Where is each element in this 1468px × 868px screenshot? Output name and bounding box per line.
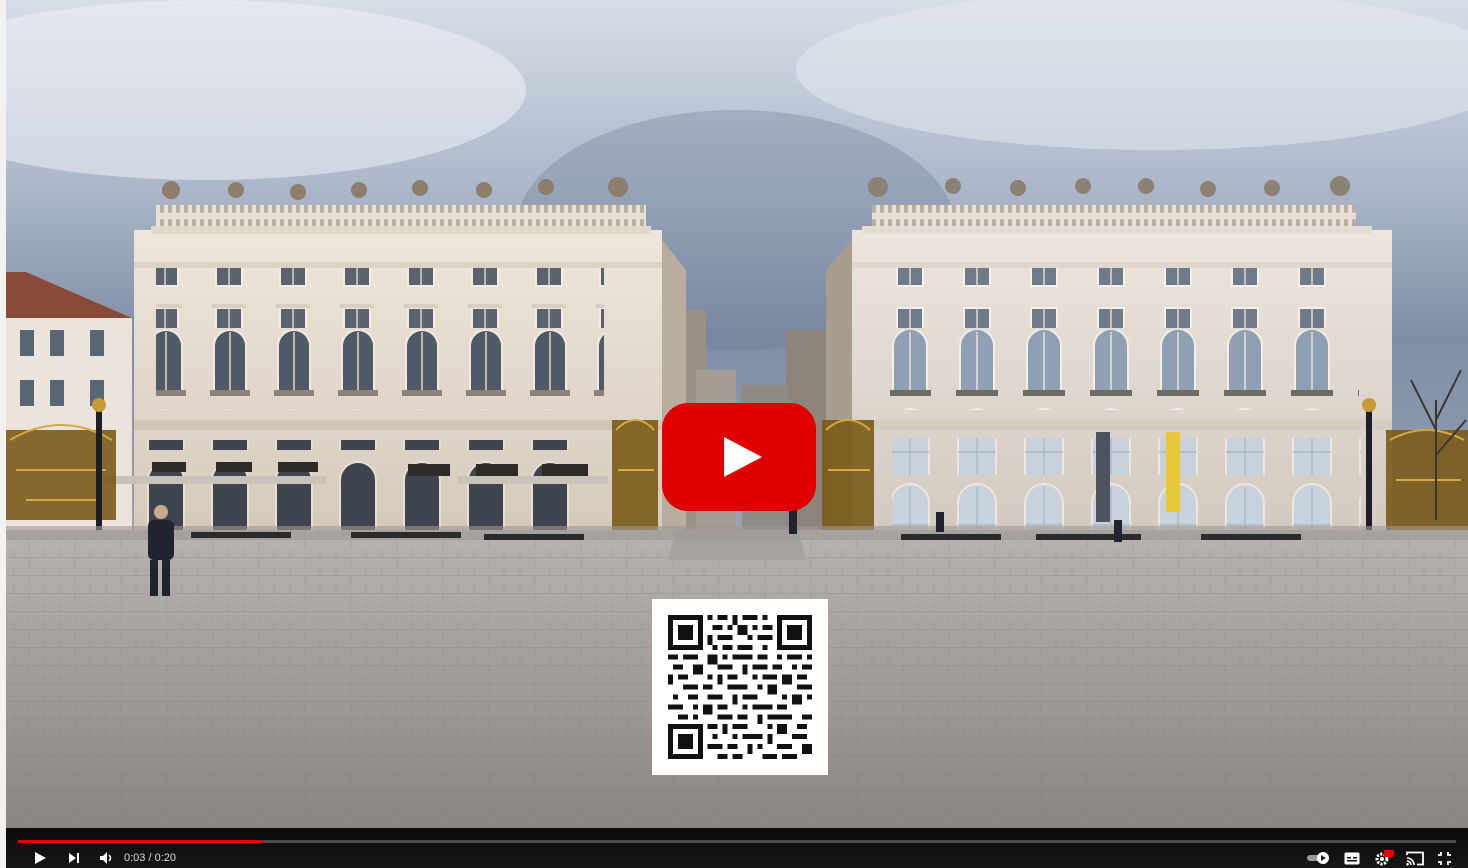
volume-icon: [100, 852, 112, 864]
time-separator: /: [145, 852, 155, 864]
autoplay-toggle-icon: [1307, 852, 1329, 864]
volume-button[interactable]: [96, 848, 118, 868]
subtitles-icon: [1344, 852, 1360, 864]
player-controls: 0:03 / 0:20: [6, 828, 1468, 868]
exit-fullscreen-button[interactable]: [1434, 848, 1454, 868]
autoplay-toggle[interactable]: [1306, 848, 1332, 868]
duration: 0:20: [154, 852, 177, 864]
qr-code: [652, 599, 828, 775]
settings-gear-icon: [1375, 850, 1394, 866]
cast-icon: [1406, 851, 1424, 865]
subtitles-button[interactable]: [1342, 848, 1362, 868]
progress-bar[interactable]: [18, 840, 1456, 843]
next-icon: [69, 853, 79, 863]
next-button[interactable]: [64, 848, 84, 868]
current-time: 0:03: [124, 852, 146, 864]
cast-button[interactable]: [1404, 848, 1426, 868]
big-play-button[interactable]: [662, 403, 816, 511]
exit-fullscreen-icon: [1437, 851, 1451, 865]
play-button[interactable]: [30, 848, 50, 868]
youtube-play-icon: [662, 403, 816, 511]
video-player: 0:03 / 0:20: [6, 0, 1468, 868]
settings-button[interactable]: [1372, 848, 1396, 868]
play-icon: [35, 852, 46, 864]
time-display: 0:03 / 0:20: [124, 852, 176, 864]
progress-played: [18, 840, 263, 843]
